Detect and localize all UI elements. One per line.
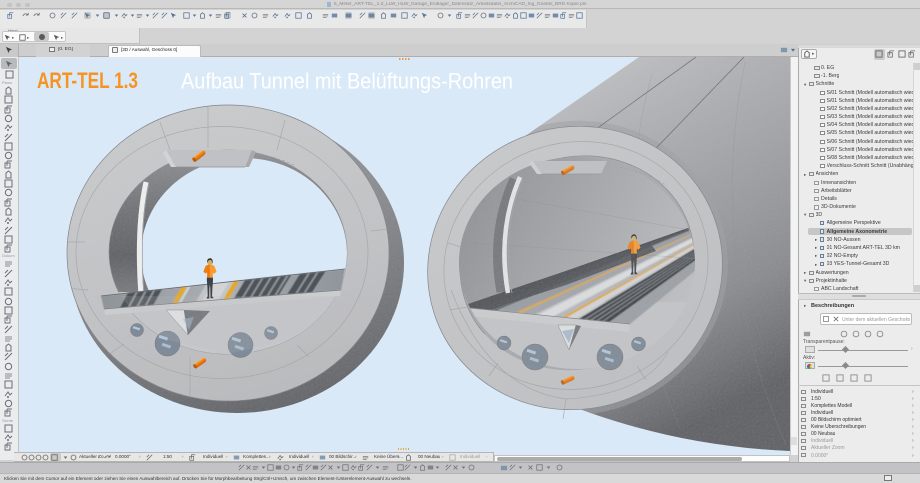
svg-text:ART-TEL 1.3: ART-TEL 1.3 [37,68,138,93]
svg-text:Aufbau Tunnel mit Belüftungs-R: Aufbau Tunnel mit Belüftungs-Rohren [181,69,513,94]
